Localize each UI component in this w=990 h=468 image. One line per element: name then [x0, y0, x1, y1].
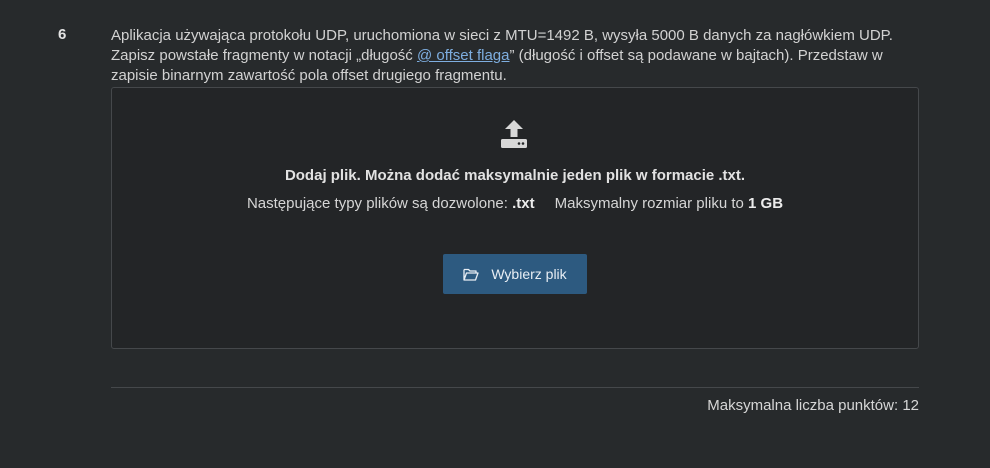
folder-open-icon — [463, 268, 479, 281]
divider — [111, 387, 919, 388]
upload-constraints: Następujące typy plików są dozwolone: .t… — [112, 195, 918, 212]
max-points: Maksymalna liczba punktów: 12 — [707, 397, 919, 414]
file-dropzone[interactable]: Dodaj plik. Można dodać maksymalnie jede… — [111, 87, 919, 349]
choose-file-button[interactable]: Wybierz plik — [443, 254, 587, 294]
max-size-label: Maksymalny rozmiar pliku to — [554, 195, 744, 212]
notation-link[interactable]: @ offset flaga — [417, 47, 510, 64]
question-text: Aplikacja używająca protokołu UDP, uruch… — [111, 26, 921, 86]
upload-icon — [501, 120, 527, 148]
allowed-types-value: .txt — [512, 195, 535, 212]
max-size-value: 1 GB — [748, 195, 784, 212]
question-number: 6 — [58, 26, 67, 43]
choose-file-label: Wybierz plik — [491, 266, 567, 282]
allowed-types-label: Następujące typy plików są dozwolone: — [246, 195, 508, 212]
upload-title: Dodaj plik. Można dodać maksymalnie jede… — [284, 167, 746, 184]
